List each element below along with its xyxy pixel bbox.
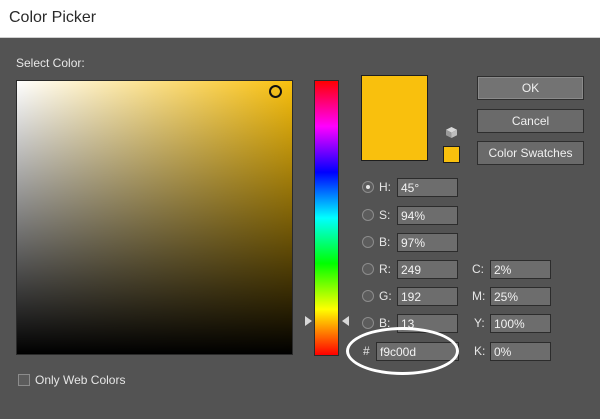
color-picker-dialog: Select Color: OK Cancel Color Swatches H… xyxy=(0,38,600,419)
brightness-label: B: xyxy=(379,235,391,249)
blue-radio[interactable] xyxy=(362,317,374,329)
brightness-radio[interactable] xyxy=(362,236,374,248)
magenta-label: M: xyxy=(472,289,486,303)
color-field-marker[interactable] xyxy=(269,85,282,98)
cancel-button[interactable]: Cancel xyxy=(477,109,584,133)
web-safe-color-swatch[interactable] xyxy=(443,146,460,163)
title-bar: Color Picker xyxy=(0,0,600,38)
cyan-field[interactable] xyxy=(490,260,551,279)
hue-slider-right-arrow-icon[interactable] xyxy=(342,316,349,326)
green-field[interactable] xyxy=(397,287,458,306)
hue-label: H: xyxy=(379,180,391,194)
cyan-label: C: xyxy=(472,262,484,276)
only-web-colors-label: Only Web Colors xyxy=(35,373,126,387)
new-color-preview xyxy=(361,75,428,161)
black-field[interactable] xyxy=(490,342,551,361)
brightness-field[interactable] xyxy=(397,233,458,252)
window-title: Color Picker xyxy=(9,9,97,26)
out-of-gamut-cube-icon[interactable] xyxy=(445,126,458,139)
green-label: G: xyxy=(379,289,392,303)
yellow-label: Y: xyxy=(474,316,485,330)
magenta-field[interactable] xyxy=(490,287,551,306)
hue-slider-left-arrow-icon[interactable] xyxy=(305,316,312,326)
saturation-field[interactable] xyxy=(397,206,458,225)
saturation-label: S: xyxy=(379,208,391,222)
saturation-brightness-field[interactable] xyxy=(16,80,293,355)
red-radio[interactable] xyxy=(362,263,374,275)
hue-slider[interactable] xyxy=(314,80,339,356)
hue-field[interactable] xyxy=(397,178,458,197)
red-label: R: xyxy=(379,262,391,276)
hue-radio[interactable] xyxy=(362,181,374,193)
hex-highlight-circle xyxy=(346,327,459,375)
select-color-label: Select Color: xyxy=(16,56,85,70)
yellow-field[interactable] xyxy=(490,314,551,333)
ok-button[interactable]: OK xyxy=(477,76,584,100)
color-swatches-button[interactable]: Color Swatches xyxy=(477,141,584,165)
only-web-colors-checkbox[interactable] xyxy=(18,374,30,386)
saturation-radio[interactable] xyxy=(362,209,374,221)
black-label: K: xyxy=(474,344,486,358)
red-field[interactable] xyxy=(397,260,458,279)
green-radio[interactable] xyxy=(362,290,374,302)
